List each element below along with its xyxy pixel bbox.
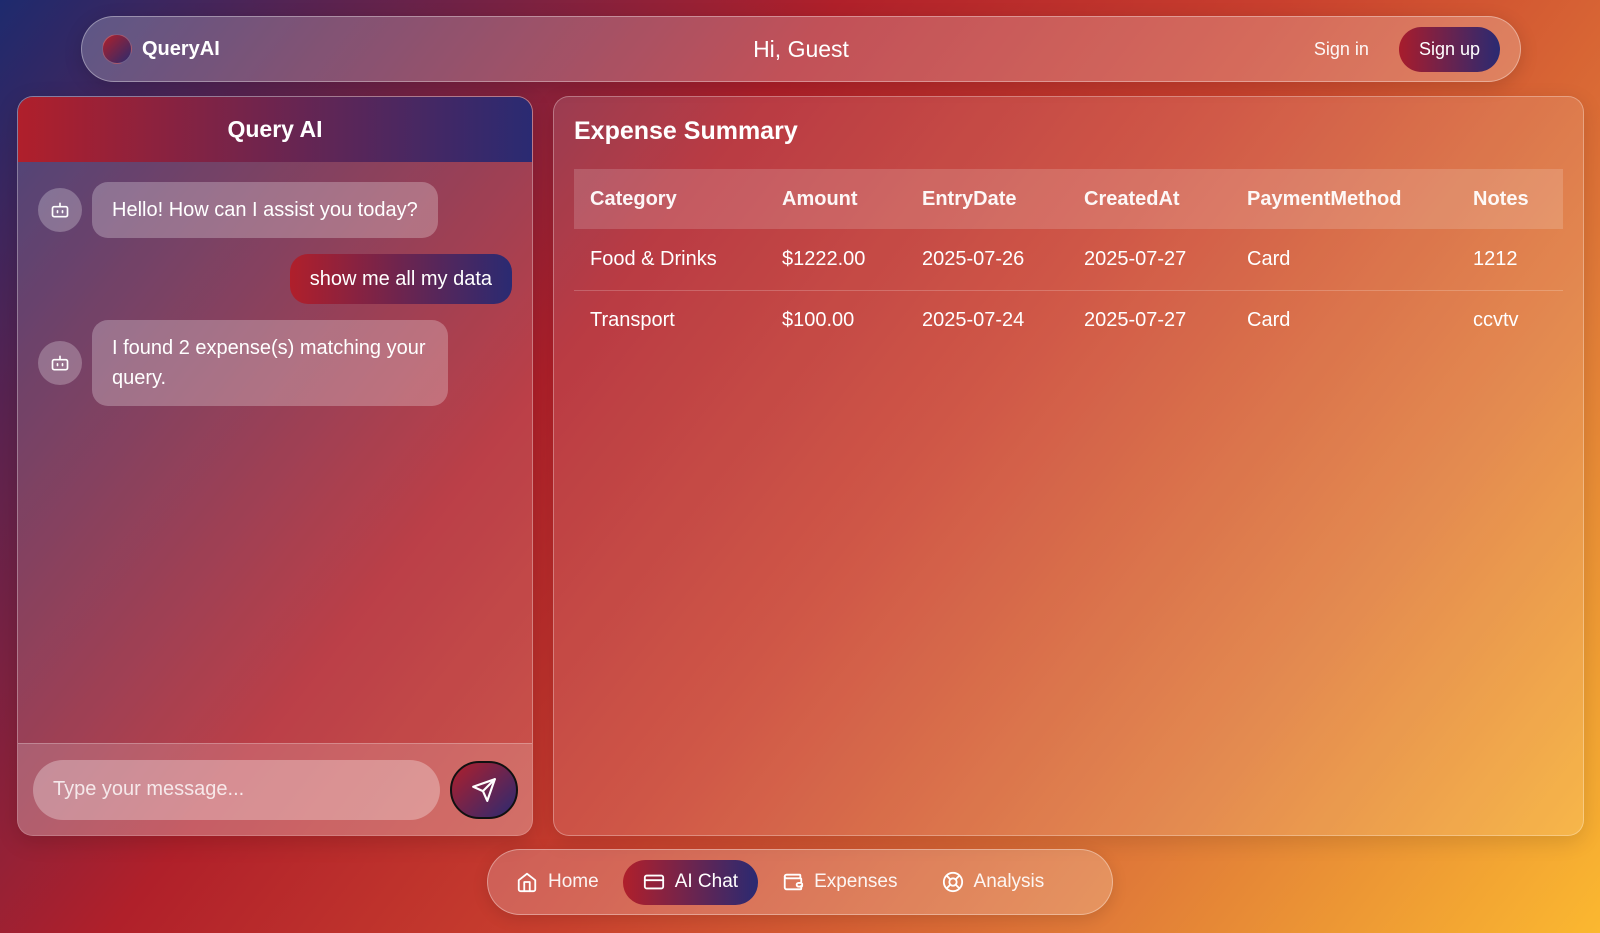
expense-table: Category Amount EntryDate CreatedAt Paym… (574, 169, 1563, 351)
credit-card-icon (643, 874, 664, 890)
brand-logo-icon (102, 34, 132, 64)
send-button[interactable] (450, 760, 518, 819)
cell-amount: $100.00 (782, 309, 855, 332)
bot-message-text: Hello! How can I assist you today? (92, 182, 438, 238)
cell-category: Transport (590, 309, 675, 332)
nav-item-ai-chat[interactable]: AI Chat (622, 859, 759, 905)
top-header: QueryAI Hi, Guest Sign in Sign up (81, 16, 1521, 82)
column-header-createdat: CreatedAt (1068, 169, 1231, 229)
message-input[interactable] (33, 759, 441, 820)
nav-item-label: Home (548, 871, 599, 892)
lifebuoy-icon (942, 871, 963, 893)
bot-icon (51, 202, 69, 218)
cell-paymentmethod: Card (1231, 229, 1457, 291)
chat-message-bot: I found 2 expense(s) matching your query… (38, 320, 512, 406)
sign-up-button[interactable]: Sign up (1398, 26, 1500, 72)
nav-item-home[interactable]: Home (496, 860, 619, 905)
chat-message-bot: Hello! How can I assist you today? (38, 182, 512, 238)
cell-entrydate: 2025-07-26 (906, 229, 1068, 291)
cell-category: Food & Drinks (574, 229, 766, 291)
bot-avatar (38, 188, 82, 232)
column-header-amount: Amount (766, 169, 906, 229)
greeting: Hi, Guest (753, 35, 849, 62)
bot-message-text: I found 2 expense(s) matching your query… (92, 320, 448, 406)
column-header-entrydate: EntryDate (906, 169, 1068, 229)
bot-avatar (38, 341, 82, 385)
cell-createdat: 2025-07-27 (1084, 309, 1187, 332)
nav-item-label: Expenses (814, 871, 898, 892)
auth-actions: Sign in Sign up (1314, 26, 1500, 72)
brand[interactable]: QueryAI (102, 34, 220, 64)
cell-notes: ccvtv (1473, 309, 1519, 332)
chat-title: Query AI (18, 97, 532, 162)
table-header-row: Category Amount EntryDate CreatedAt Paym… (574, 169, 1563, 229)
table-row: Food & Drinks $1222.00 2025-07-26 2025-0… (574, 229, 1563, 291)
table-row: Transport $100.00 2025-07-24 2025-07-27 … (574, 290, 1563, 351)
bottom-nav: Home AI Chat Expenses Analysis (487, 849, 1113, 915)
column-header-notes: Notes (1457, 169, 1563, 229)
nav-item-label: Analysis (973, 871, 1045, 892)
expense-summary-panel: Expense Summary Category Amount EntryDat… (553, 96, 1584, 836)
nav-item-analysis[interactable]: Analysis (922, 860, 1065, 905)
chat-panel: Query AI Hello! How can I assist you tod… (17, 96, 533, 836)
column-header-category: Category (574, 169, 766, 229)
wallet-icon (783, 873, 804, 891)
home-icon (517, 872, 537, 893)
cell-notes: 1212 (1457, 229, 1563, 291)
cell-paymentmethod: Card (1247, 309, 1291, 332)
nav-item-expenses[interactable]: Expenses (762, 860, 917, 905)
user-message-text: show me all my data (289, 254, 512, 304)
expense-summary-title: Expense Summary (574, 117, 798, 145)
sign-in-link[interactable]: Sign in (1314, 39, 1369, 60)
cell-createdat: 2025-07-27 (1068, 229, 1231, 291)
nav-item-label: AI Chat (674, 871, 739, 892)
chat-input-bar (18, 743, 532, 835)
send-icon (472, 777, 497, 802)
cell-amount: $1222.00 (766, 229, 906, 291)
chat-messages: Hello! How can I assist you today? show … (18, 162, 532, 762)
bot-icon (51, 355, 69, 371)
column-header-paymentmethod: PaymentMethod (1231, 169, 1457, 229)
cell-entrydate: 2025-07-24 (922, 309, 1025, 332)
brand-name: QueryAI (142, 37, 220, 60)
chat-message-user: show me all my data (38, 254, 512, 304)
